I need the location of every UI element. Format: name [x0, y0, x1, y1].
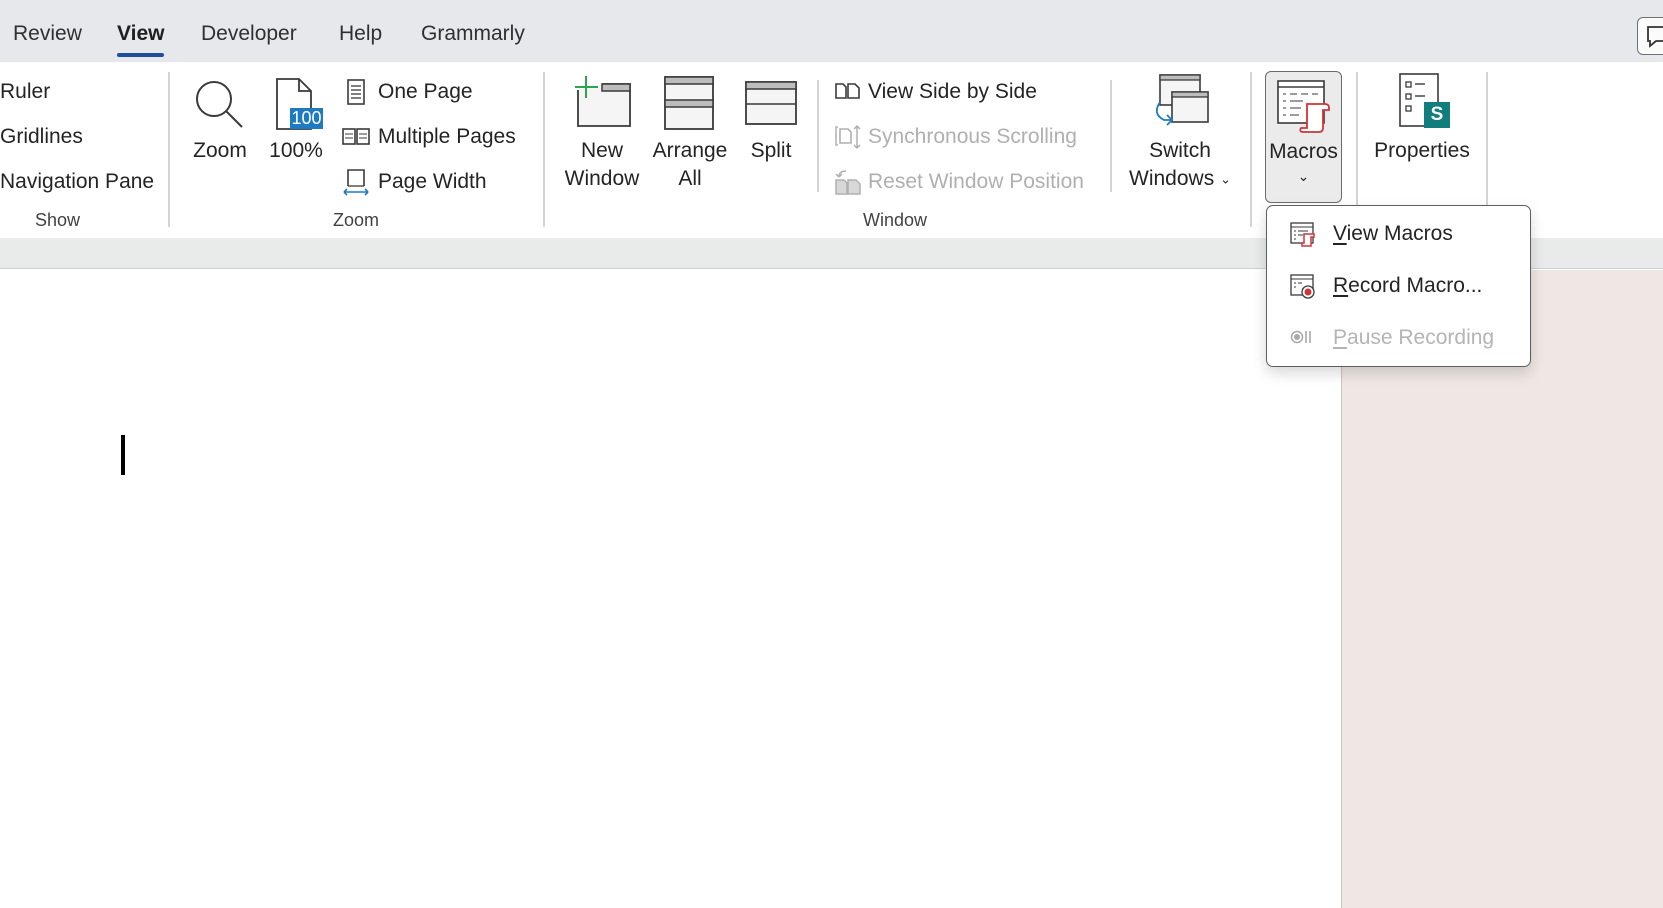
- arrange-all-label-2: All: [678, 167, 702, 190]
- group-separator: [168, 72, 170, 227]
- view-side-by-side-label: View Side by Side: [868, 80, 1037, 103]
- group-label-show: Show: [35, 210, 81, 230]
- text-caret: [121, 435, 125, 475]
- tab-developer[interactable]: Developer: [201, 22, 297, 46]
- synchronous-scrolling-button[interactable]: Synchronous Scrolling: [834, 120, 1077, 154]
- comments-button[interactable]: [1637, 17, 1663, 55]
- record-macro-icon: [1290, 274, 1315, 299]
- multiple-pages-label: Multiple Pages: [378, 125, 516, 148]
- record-macro-text: ecord Macro...: [1348, 274, 1483, 297]
- record-macro-accelerator: R: [1333, 274, 1349, 297]
- tab-grammarly[interactable]: Grammarly: [421, 22, 525, 46]
- multiple-pages-button[interactable]: Multiple Pages: [342, 120, 516, 154]
- chevron-down-icon: ⌄: [1220, 171, 1231, 187]
- zoom-button[interactable]: Zoom: [190, 77, 250, 165]
- menu-item-pause-recording[interactable]: Pause Recording: [1267, 314, 1529, 362]
- view-side-by-side-button[interactable]: View Side by Side: [834, 75, 1037, 109]
- reset-window-position-label: Reset Window Position: [868, 170, 1084, 193]
- zoom-100-badge: 100: [290, 108, 323, 129]
- group-separator: [1250, 72, 1252, 227]
- group-separator: [543, 72, 545, 227]
- comment-icon: [1647, 26, 1663, 48]
- macros-icon: [1277, 80, 1330, 133]
- document-page[interactable]: [0, 270, 1341, 908]
- new-window-icon: [575, 76, 631, 127]
- view-macros-label: View Macros: [1333, 222, 1453, 246]
- switch-windows-icon: [1155, 74, 1209, 126]
- gridlines-checkbox[interactable]: Gridlines: [0, 120, 83, 154]
- navigation-pane-checkbox[interactable]: Navigation Pane: [0, 165, 154, 199]
- macros-button[interactable]: Macros ⌄: [1265, 71, 1342, 203]
- macros-label: Macros: [1269, 140, 1338, 163]
- split-button[interactable]: Split: [740, 72, 802, 165]
- zoom-100-button[interactable]: 100 100%: [268, 77, 324, 165]
- view-macros-text: iew Macros: [1346, 222, 1453, 245]
- properties-label: Properties: [1374, 139, 1470, 162]
- group-label-zoom: Zoom: [333, 210, 380, 230]
- arrange-all-button[interactable]: Arrange All: [650, 72, 730, 193]
- tab-review[interactable]: Review: [13, 22, 82, 46]
- menu-item-record-macro[interactable]: Record Macro...: [1267, 262, 1529, 310]
- pause-recording-accelerator: P: [1333, 326, 1348, 349]
- switch-windows-label-row: Windows ⌄: [1125, 165, 1235, 193]
- record-macro-label: Record Macro...: [1333, 274, 1482, 298]
- split-icon: [745, 81, 797, 125]
- arrange-all-icon: [664, 76, 714, 130]
- switch-windows-button[interactable]: Switch Windows ⌄: [1125, 72, 1235, 193]
- new-window-label-2: Window: [564, 167, 640, 190]
- properties-button[interactable]: S Properties: [1372, 72, 1472, 165]
- one-page-button[interactable]: One Page: [342, 75, 473, 109]
- page-width-label: Page Width: [378, 170, 487, 193]
- switch-windows-label-1: Switch: [1149, 139, 1211, 162]
- pause-recording-text: ause Recording: [1347, 326, 1495, 349]
- page-width-button[interactable]: Page Width: [342, 165, 487, 199]
- group-separator: [1356, 72, 1358, 227]
- zoom-100-label: 100%: [269, 139, 323, 162]
- ribbon-tab-bar: Review View Developer Help Grammarly: [0, 0, 1663, 62]
- side-by-side-icon: [835, 83, 860, 99]
- macros-dropdown-menu: View Macros Record Macro... Pause Record…: [1266, 205, 1531, 367]
- reset-window-position-icon: [835, 170, 861, 195]
- one-page-icon: [347, 79, 365, 105]
- group-separator: [817, 80, 819, 192]
- chevron-down-icon: ⌄: [1297, 168, 1310, 184]
- tab-help[interactable]: Help: [339, 22, 382, 46]
- switch-windows-label-2: Windows: [1129, 167, 1215, 190]
- reset-window-position-button[interactable]: Reset Window Position: [834, 165, 1084, 199]
- pause-recording-icon: [1290, 330, 1311, 344]
- pause-recording-label: Pause Recording: [1333, 326, 1494, 350]
- group-separator: [1486, 72, 1488, 227]
- menu-item-view-macros[interactable]: View Macros: [1267, 210, 1529, 258]
- new-window-button[interactable]: New Window: [560, 72, 644, 193]
- arrange-all-label-1: Arrange: [652, 139, 728, 162]
- one-page-label: One Page: [378, 80, 473, 103]
- synchronous-scrolling-icon: [835, 124, 861, 150]
- synchronous-scrolling-label: Synchronous Scrolling: [868, 125, 1077, 148]
- properties-icon: S: [1392, 72, 1452, 132]
- page-100-icon: 100: [268, 77, 324, 133]
- page-width-icon: [343, 169, 369, 196]
- view-macros-icon: [1290, 222, 1315, 247]
- view-macros-accelerator: V: [1333, 222, 1347, 245]
- new-window-label-1: New: [580, 139, 623, 162]
- zoom-label: Zoom: [193, 139, 247, 162]
- tab-view[interactable]: View: [117, 22, 165, 57]
- multiple-pages-icon: [342, 128, 370, 145]
- group-label-window: Window: [863, 210, 928, 230]
- magnifier-icon: [196, 81, 243, 128]
- properties-badge: S: [1424, 102, 1450, 128]
- group-separator: [1110, 80, 1112, 192]
- ruler-checkbox[interactable]: Ruler: [0, 75, 50, 109]
- split-label: Split: [750, 139, 792, 162]
